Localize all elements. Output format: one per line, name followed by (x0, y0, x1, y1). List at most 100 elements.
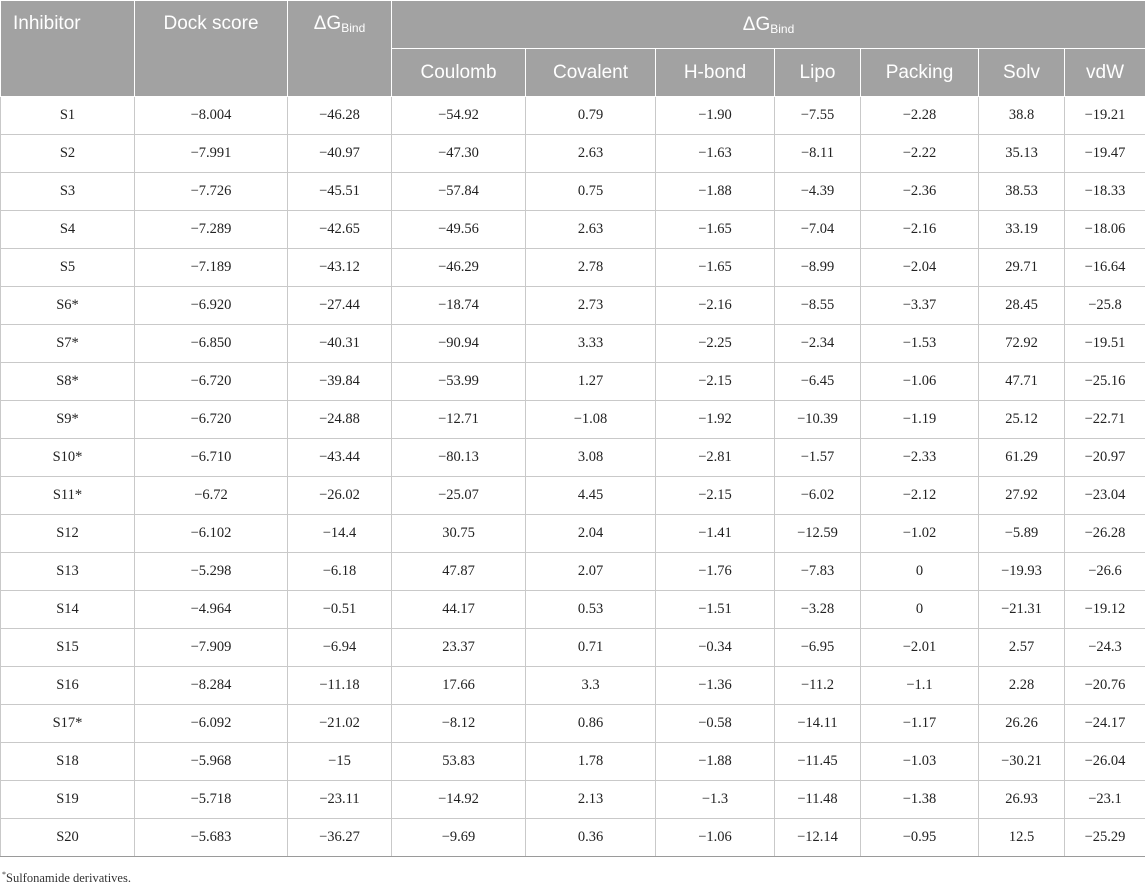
table-cell: −5.683 (134, 818, 288, 857)
table-cell: −1.06 (655, 818, 775, 857)
table-cell: 2.63 (525, 134, 656, 173)
cell-inhibitor: S5 (0, 248, 135, 287)
table-cell: −1.3 (655, 780, 775, 819)
table-cell: −25.16 (1063, 362, 1145, 401)
table-cell: −46.28 (287, 96, 392, 135)
table-cell: −11.45 (774, 742, 861, 781)
table-cell: −1.92 (655, 400, 775, 439)
cell-inhibitor: S8* (0, 362, 135, 401)
table-cell: −53.99 (391, 362, 526, 401)
table-cell: −1.38 (860, 780, 979, 819)
table-cell: 12.5 (978, 818, 1065, 857)
table-cell: −5.968 (134, 742, 288, 781)
table-cell: 29.71 (978, 248, 1065, 287)
table-cell: −26.28 (1063, 514, 1145, 553)
table-cell: −0.34 (655, 628, 775, 667)
table-cell: 0.75 (525, 172, 656, 211)
table-row: S5 −7.189 −43.12 −46.29 2.78 −1.65 −8.99 −2.04 2… (0, 248, 1145, 287)
table-cell: −2.04 (860, 248, 979, 287)
cell-inhibitor: S4 (0, 210, 135, 249)
table-cell: −12.71 (391, 400, 526, 439)
table-cell: −2.34 (774, 324, 861, 363)
table-cell: −24.88 (287, 400, 392, 439)
table-cell: −1.53 (860, 324, 979, 363)
table-cell: −7.726 (134, 172, 288, 211)
table-cell: −80.13 (391, 438, 526, 477)
header-group-prefix: ΔG (742, 13, 771, 35)
header-subcolumn: Packing (860, 48, 979, 97)
table-cell: −54.92 (391, 96, 526, 135)
cell-inhibitor: S18 (0, 742, 135, 781)
table-cell: −21.02 (287, 704, 392, 743)
table-cell: −1.65 (655, 210, 775, 249)
cell-inhibitor: S6* (0, 286, 135, 325)
table-cell: −7.55 (774, 96, 861, 135)
table-cell: 33.19 (978, 210, 1065, 249)
header-subcolumn: H-bond (655, 48, 775, 97)
table-cell: −2.15 (655, 476, 775, 515)
table-cell: −8.99 (774, 248, 861, 287)
table-cell: 2.28 (978, 666, 1065, 705)
table-cell: 2.04 (525, 514, 656, 553)
table-cell: −8.11 (774, 134, 861, 173)
table-cell: 23.37 (391, 628, 526, 667)
table-cell: −8.55 (774, 286, 861, 325)
header-group-delta-g-bind: ΔGBind (390, 0, 1145, 49)
table-cell: 2.73 (525, 286, 656, 325)
table-cell: −2.81 (655, 438, 775, 477)
table-cell: −6.45 (774, 362, 861, 401)
table-cell: 2.13 (525, 780, 656, 819)
table-cell: 30.75 (391, 514, 526, 553)
header-subcolumn: Lipo (774, 48, 861, 97)
table-row: S14 −4.964 −0.51 44.17 0.53 −1.51 −3.28 0 −21.31… (0, 590, 1145, 629)
table-cell: −8.004 (134, 96, 288, 135)
table-cell: 61.29 (978, 438, 1065, 477)
cell-inhibitor: S9* (0, 400, 135, 439)
table-cell: −2.01 (860, 628, 979, 667)
table-cell: −8.284 (134, 666, 288, 705)
table-cell: −6.72 (134, 476, 288, 515)
cell-inhibitor: S17* (0, 704, 135, 743)
table-cell: −1.19 (860, 400, 979, 439)
table-cell: −1.41 (655, 514, 775, 553)
table-cell: −6.94 (287, 628, 392, 667)
table-cell: 1.78 (525, 742, 656, 781)
table-cell: −12.14 (774, 818, 861, 857)
header-subcolumn: Coulomb (391, 48, 526, 97)
table-cell: 3.33 (525, 324, 656, 363)
table-cell: −1.03 (860, 742, 979, 781)
cell-inhibitor: S20 (0, 818, 135, 857)
table-cell: −3.28 (774, 590, 861, 629)
table-cell: 38.8 (978, 96, 1065, 135)
table-cell: −40.31 (287, 324, 392, 363)
table-cell: −0.51 (287, 590, 392, 629)
table-cell: −11.18 (287, 666, 392, 705)
table-cell: 3.3 (525, 666, 656, 705)
table-row: S10* −6.710 −43.44 −80.13 3.08 −2.81 −1.57 −2.3… (0, 438, 1145, 477)
table-cell: −19.12 (1063, 590, 1145, 629)
table-cell: −25.07 (391, 476, 526, 515)
table-cell: −30.21 (978, 742, 1065, 781)
table-row: S20 −5.683 −36.27 −9.69 0.36 −1.06 −12.14 −0.95… (0, 818, 1145, 857)
table-cell: −18.06 (1063, 210, 1145, 249)
table-cell: −19.21 (1063, 96, 1145, 135)
table-cell: 3.08 (525, 438, 656, 477)
table-cell: −6.02 (774, 476, 861, 515)
table-row: S9* −6.720 −24.88 −12.71 −1.08 −1.92 −10.39 −1.… (0, 400, 1145, 439)
table-cell: −2.22 (860, 134, 979, 173)
table-cell: −42.65 (287, 210, 392, 249)
table-cell: 47.71 (978, 362, 1065, 401)
footnote-text: Sulfonamide derivatives. (6, 871, 131, 886)
cell-inhibitor: S7* (0, 324, 135, 363)
cell-inhibitor: S14 (0, 590, 135, 629)
table-cell: −4.964 (134, 590, 288, 629)
table-cell: −14.92 (391, 780, 526, 819)
table-cell: −1.88 (655, 742, 775, 781)
table-cell: −23.1 (1063, 780, 1145, 819)
table-cell: 0 (860, 590, 979, 629)
table-cell: −2.16 (655, 286, 775, 325)
table-cell: 4.45 (525, 476, 656, 515)
table-cell: 28.45 (978, 286, 1065, 325)
table-cell: −22.71 (1063, 400, 1145, 439)
cell-inhibitor: S15 (0, 628, 135, 667)
